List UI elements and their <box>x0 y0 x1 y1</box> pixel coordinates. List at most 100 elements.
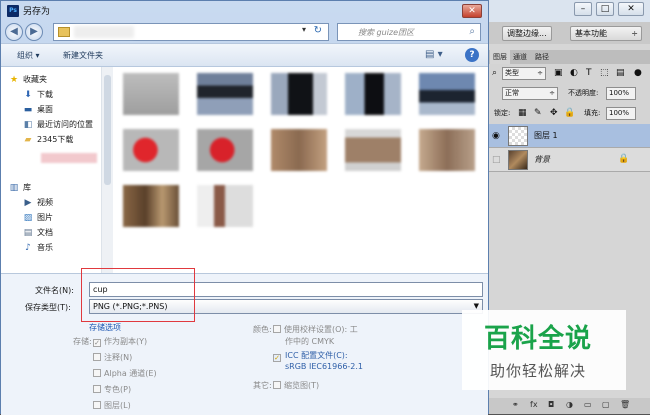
blend-row: 正常 ÷ 不透明度: 100% <box>488 84 650 104</box>
fx-icon[interactable]: fx <box>530 400 538 409</box>
as-copy-checkbox[interactable]: ✓ 作为副本(Y) <box>93 336 147 347</box>
refresh-icon[interactable]: ↻ <box>314 25 322 36</box>
nav-item-documents[interactable]: ▤ 文档 <box>23 226 53 240</box>
layer-lock-icon: 🔒 <box>618 154 630 164</box>
nav-item-recent[interactable]: ◧ 最近访问的位置 <box>23 118 93 132</box>
file-thumbnail[interactable] <box>419 73 475 115</box>
nav-libraries[interactable]: ▥ 库 <box>9 181 31 195</box>
file-thumbnail[interactable] <box>197 129 253 171</box>
lock-transparent-icon[interactable]: ▦ <box>518 107 527 120</box>
proof-checkbox[interactable]: 使用校样设置(O): 工 <box>273 324 358 335</box>
icc-checkbox[interactable]: ✓ <box>273 352 284 362</box>
forward-icon[interactable]: ▶ <box>25 23 43 41</box>
nav-item-pictures[interactable]: ▨ 图片 <box>23 211 53 225</box>
file-thumbnail[interactable] <box>123 185 179 227</box>
search-input[interactable]: 搜索 guize团区 ⌕ <box>337 23 481 41</box>
file-thumbnail[interactable] <box>123 129 179 171</box>
mask-icon[interactable]: ◘ <box>548 400 554 409</box>
scroll-thumb[interactable] <box>104 75 111 185</box>
file-thumbnail[interactable] <box>123 73 179 115</box>
watermark: 百科全说 助你轻松解决 <box>462 310 626 390</box>
spot-checkbox[interactable]: 专色(P) <box>93 384 131 395</box>
nav-item-music[interactable]: ♪ 音乐 <box>23 241 53 255</box>
chevron-down-icon[interactable]: ▾ <box>302 25 306 34</box>
search-icon[interactable]: ⌕ <box>469 26 475 37</box>
adjust-edge-button[interactable]: 调整边缘... <box>502 26 552 41</box>
back-icon[interactable]: ◀ <box>5 23 23 41</box>
blend-mode-select[interactable]: 正常 ÷ <box>502 87 558 100</box>
download-folder-icon: ⬇ <box>24 90 32 100</box>
file-thumbnail[interactable] <box>345 129 401 171</box>
layer-name[interactable]: 背景 <box>534 148 550 172</box>
nav-item-downloads[interactable]: ⬇ 下载 <box>23 88 53 102</box>
trash-icon[interactable]: 🗑 <box>620 400 630 409</box>
shape-filter-icon[interactable]: ⬚ <box>600 67 609 80</box>
layers-checkbox[interactable]: 图层(L) <box>93 400 131 411</box>
nav-item-desktop[interactable]: ▬ 桌面 <box>23 103 53 117</box>
tab-layers[interactable]: 图层 <box>490 50 510 64</box>
ps-close-button[interactable]: ✕ <box>618 2 644 16</box>
nav-item-video[interactable]: ▶ 视频 <box>23 196 53 210</box>
lock-move-icon[interactable]: ✥ <box>550 107 558 120</box>
tab-channels[interactable]: 通道 <box>510 50 530 64</box>
smart-object-filter-icon[interactable]: ▤ <box>616 67 625 80</box>
visibility-eye-icon[interactable]: ◉ <box>492 130 500 143</box>
type-filter-icon[interactable]: T <box>586 67 592 80</box>
layer-kind-select[interactable]: 类型 ÷ <box>502 67 546 80</box>
new-folder-button[interactable]: 新建文件夹 <box>63 50 103 61</box>
workspace-select[interactable]: 基本功能 ÷ <box>570 26 642 41</box>
filter-toggle-icon[interactable]: ● <box>634 67 642 80</box>
file-thumbnail[interactable] <box>197 185 253 227</box>
layer-thumbnail <box>508 150 528 170</box>
layer-row-1[interactable]: ◉ 图层 1 <box>488 124 650 148</box>
nav-label: 2345下载 <box>37 135 74 144</box>
minimize-button[interactable]: – <box>574 2 592 16</box>
save-options-link[interactable]: 存储选项 <box>89 322 121 333</box>
view-options-icon[interactable]: ▤ ▾ <box>425 49 443 60</box>
save-as-dialog: Ps 另存为 ✕ ◀ ▶ ▾ ↻ 搜索 guize团区 ⌕ 组织 ▾ 新建文件夹… <box>0 0 489 415</box>
thumbnail-checkbox[interactable]: 缩览图(T) <box>273 380 319 391</box>
watermark-subtitle: 助你轻松解决 <box>490 362 587 380</box>
adjustment-layer-icon[interactable]: ◑ <box>566 400 573 409</box>
maximize-button[interactable]: □ <box>596 2 614 16</box>
lock-label: 锁定: <box>494 109 511 117</box>
lock-brush-icon[interactable]: ✎ <box>534 107 542 120</box>
nav-scrollbar[interactable] <box>101 67 113 273</box>
lock-all-icon[interactable]: 🔒 <box>564 107 575 120</box>
nav-item-2345[interactable]: ▰ 2345下载 <box>23 133 74 147</box>
red-highlight-box <box>81 268 195 322</box>
layer-name[interactable]: 图层 1 <box>534 124 558 148</box>
folder-icon: ▰ <box>24 135 32 145</box>
file-thumbnail[interactable] <box>271 129 327 171</box>
file-thumbnail[interactable] <box>419 129 475 171</box>
file-thumbnail[interactable] <box>197 73 253 115</box>
layers-panel-tabs: 图层 通道 路径 <box>488 50 650 64</box>
address-input[interactable]: ▾ ↻ <box>53 23 329 41</box>
organize-button[interactable]: 组织 ▾ <box>17 50 40 61</box>
filter-search-icon: ⌕ <box>492 68 498 78</box>
opacity-input[interactable]: 100% <box>606 87 636 100</box>
file-thumbnail[interactable] <box>345 73 401 115</box>
help-icon[interactable]: ? <box>465 48 479 62</box>
notes-checkbox[interactable]: 注释(N) <box>93 352 132 363</box>
photoshop-app-icon: Ps <box>7 5 19 17</box>
link-layers-icon[interactable]: ⚭ <box>512 400 519 409</box>
layer-row-2[interactable]: □ 背景 🔒 <box>488 148 650 172</box>
color-label: 颜色: <box>253 325 272 334</box>
new-layer-icon[interactable]: ▢ <box>602 400 610 409</box>
group-folder-icon[interactable]: ▭ <box>584 400 592 409</box>
tab-paths[interactable]: 路径 <box>532 50 552 64</box>
file-thumbnail[interactable] <box>271 73 327 115</box>
nav-favorites[interactable]: ★ 收藏夹 <box>9 73 47 87</box>
pixel-filter-icon[interactable]: ▣ <box>554 67 563 80</box>
music-icon: ♪ <box>25 243 31 253</box>
photoshop-title-strip: – □ ✕ <box>488 0 650 22</box>
close-button[interactable]: ✕ <box>462 4 482 18</box>
lock-row: 锁定: ▦ ✎ ✥ 🔒 填充: 100% <box>488 104 650 124</box>
alpha-checkbox[interactable]: Alpha 通道(E) <box>93 368 157 379</box>
pictures-icon: ▨ <box>23 213 33 223</box>
save-options-area: 文件名(N): cup 保存类型(T): PNG (*.PNG;*.PNS) ▼… <box>1 268 488 415</box>
fill-input[interactable]: 100% <box>606 107 636 120</box>
visibility-eye-icon[interactable]: □ <box>492 154 501 167</box>
adjustment-filter-icon[interactable]: ◐ <box>570 67 578 80</box>
